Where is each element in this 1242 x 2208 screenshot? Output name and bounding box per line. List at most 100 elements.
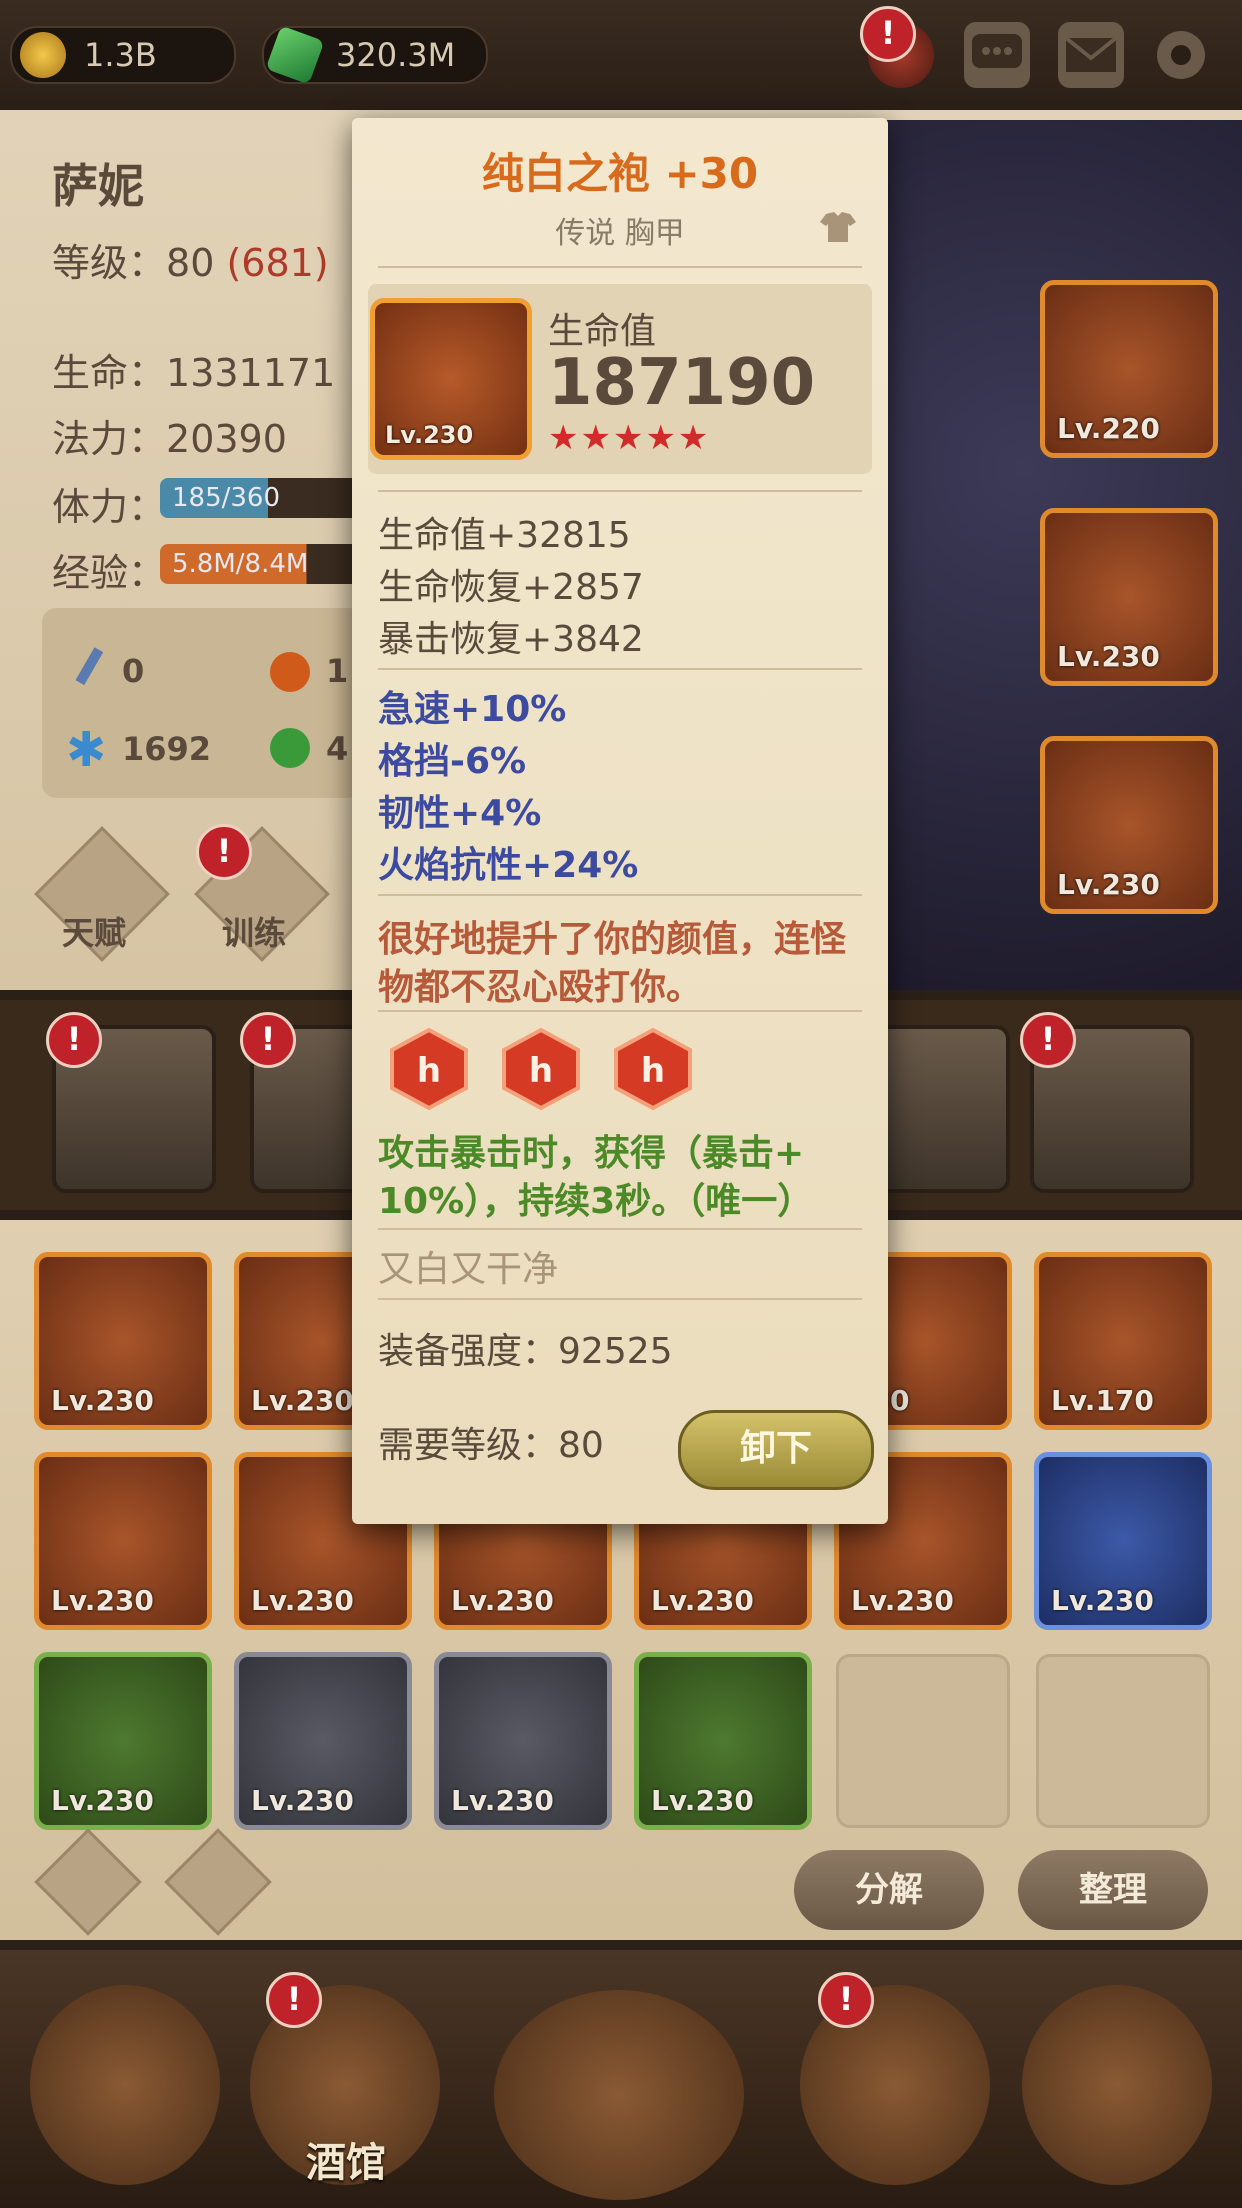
talent-label: 天赋 <box>62 914 127 952</box>
inventory-slot[interactable]: Lv.230 <box>34 1452 212 1630</box>
settings-icon[interactable] <box>1148 22 1214 88</box>
bonus-stat: 急速+10% <box>378 689 567 730</box>
equip-slot-right-1[interactable]: Lv.220 <box>1040 280 1218 458</box>
mp-row: 法力：20390 <box>52 408 287 463</box>
gear-icon <box>1157 31 1205 79</box>
level-extra: (681) <box>226 241 329 285</box>
power-row: 装备强度：92525 <box>378 1322 673 1374</box>
alert-badge-hero-2: ! <box>240 1012 296 1068</box>
gold-counter: 1.3B <box>10 26 236 84</box>
inventory-slot[interactable]: Lv.230 <box>1034 1452 1212 1630</box>
slot-level: Lv.230 <box>251 1784 354 1817</box>
bonus-stat: 格挡-6% <box>378 741 527 782</box>
slot-level: Lv.230 <box>651 1584 754 1617</box>
hp-label: 生命： <box>52 351 167 395</box>
nature-stat: 4 <box>326 730 349 768</box>
disassemble-button[interactable]: 分解 <box>794 1850 984 1930</box>
base-stat: 生命值+32815 <box>378 515 631 556</box>
hexagon-gem-icon: h <box>390 1027 468 1111</box>
inventory-slot[interactable]: Lv.170 <box>1034 1252 1212 1430</box>
inventory-slot-empty[interactable] <box>836 1654 1010 1828</box>
set-skill: 攻击暴击时，获得（暴击+ <box>378 1133 805 1174</box>
bonus-stat: 火焰抗性+24% <box>378 845 639 886</box>
alert-badge-hero-4: ! <box>1020 1012 1076 1068</box>
frost-stat: 1692 <box>122 730 212 768</box>
sword-icon <box>75 647 104 686</box>
level-value: 80 <box>166 241 215 285</box>
inventory-slot-empty[interactable] <box>1036 1654 1210 1828</box>
main-stat-value: 187190 <box>548 346 816 420</box>
base-stat: 生命恢复+2857 <box>378 567 644 608</box>
exp-bar: 5.8M/8.4M <box>160 544 372 584</box>
stamina-bar: 185/360 <box>160 478 372 518</box>
slot-level: Lv.230 <box>651 1784 754 1817</box>
svg-text:h: h <box>417 1051 441 1091</box>
svg-text:✱: ✱ <box>66 722 106 776</box>
alert-badge-hero-1: ! <box>46 1012 102 1068</box>
set-skill: 10%），持续3秒。（唯一） <box>378 1181 814 1222</box>
required-level-label: 需要等级： <box>378 1425 559 1466</box>
equip-slot-right-2[interactable]: Lv.230 <box>1040 508 1218 686</box>
slot-level: Lv.230 <box>51 1584 154 1617</box>
nav-home[interactable] <box>30 1985 220 2185</box>
gold-value: 1.3B <box>84 36 157 74</box>
alert-badge-potion: ! <box>860 6 916 62</box>
mp-value: 20390 <box>166 417 287 461</box>
slot-level: Lv.230 <box>1057 640 1160 673</box>
item-tooltip: 纯白之袍 +30 传说 胸甲 Lv.230 生命值 187190 ★★★★★ 生… <box>352 118 888 1524</box>
chat-icon[interactable] <box>964 22 1030 88</box>
divider <box>378 894 862 896</box>
star-rating: ★★★★★ <box>548 418 711 458</box>
attack-stat: 0 <box>122 652 145 690</box>
inventory-slot[interactable]: Lv.230 <box>34 1652 212 1830</box>
slot-level: Lv.230 <box>251 1584 354 1617</box>
nav-adventure[interactable] <box>494 1990 744 2200</box>
item-description: 物都不忍心殴打你。 <box>378 967 703 1008</box>
frost-icon: ✱ <box>66 722 106 776</box>
slot-level: Lv.230 <box>51 1784 154 1817</box>
nav-tavern-label: 酒馆 <box>306 2140 386 2186</box>
slot-level: Lv.230 <box>251 1384 354 1417</box>
mail-icon[interactable] <box>1058 22 1124 88</box>
slot-level: Lv.230 <box>1051 1584 1154 1617</box>
gem-value: 320.3M <box>336 36 456 74</box>
item-title: 纯白之袍 +30 <box>481 149 759 198</box>
alert-badge-treasure: ! <box>818 1972 874 2028</box>
divider <box>378 266 862 268</box>
bonus-stat: 韧性+4% <box>378 793 542 834</box>
fire-stat: 1 <box>326 652 349 690</box>
stamina-label: 体力： <box>52 485 167 529</box>
level-row: 等级：80 (681) <box>52 232 329 287</box>
divider <box>378 668 862 670</box>
inventory-slot[interactable]: Lv.230 <box>34 1252 212 1430</box>
equip-slot-right-3[interactable]: Lv.230 <box>1040 736 1218 914</box>
robe-icon: Lv.230 <box>370 298 532 460</box>
level-label: 等级： <box>52 241 167 285</box>
item-subtitle: 传说 胸甲 <box>555 216 685 251</box>
inventory-slot[interactable]: Lv.230 <box>434 1652 612 1830</box>
nav-forge[interactable] <box>1022 1985 1212 2185</box>
top-bar: 1.3B 320.3M ! <box>0 0 1242 110</box>
slot-level: Lv.220 <box>1057 412 1160 445</box>
required-level-value: 80 <box>558 1425 604 1466</box>
gold-coin-icon <box>20 32 66 78</box>
inventory-slot[interactable]: Lv.230 <box>234 1652 412 1830</box>
unequip-button[interactable]: 卸下 <box>678 1410 874 1490</box>
svg-text:h: h <box>529 1051 553 1091</box>
hexagon-gem-icon: h <box>614 1027 692 1111</box>
nature-icon <box>270 728 310 768</box>
required-level-row: 需要等级：80 <box>378 1416 604 1468</box>
train-label: 训练 <box>222 914 287 952</box>
divider <box>378 1228 862 1230</box>
gem-counter: 320.3M <box>262 25 488 85</box>
slot-level: Lv.230 <box>451 1784 554 1817</box>
sort-button[interactable]: 整理 <box>1018 1850 1208 1930</box>
slot-level: Lv.230 <box>851 1584 954 1617</box>
mp-label: 法力： <box>52 417 167 461</box>
hexagon-gem-icon: h <box>502 1027 580 1111</box>
flavor-text: 又白又干净 <box>378 1249 559 1290</box>
inventory-slot[interactable]: Lv.230 <box>634 1652 812 1830</box>
power-label: 装备强度： <box>378 1331 559 1372</box>
item-level: Lv.230 <box>385 421 474 449</box>
shirt-icon <box>820 212 856 242</box>
